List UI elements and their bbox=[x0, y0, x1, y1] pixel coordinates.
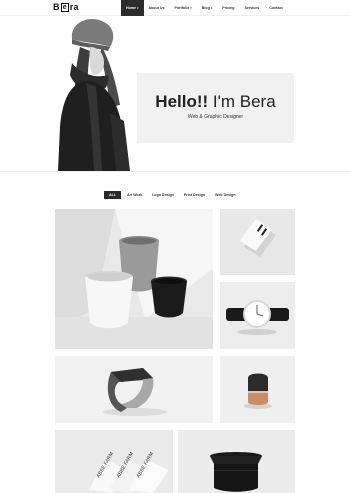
hero-name: I'm Bera bbox=[208, 92, 276, 111]
nav-portfolio-label: Portfolio bbox=[174, 6, 190, 10]
ring-image bbox=[55, 356, 213, 423]
portfolio-item-copper-lamp[interactable] bbox=[220, 356, 295, 423]
logo-text-start: B bbox=[53, 2, 60, 12]
nav-services[interactable]: Services bbox=[239, 0, 264, 16]
hero-title: Hello!! I'm Bera bbox=[137, 92, 294, 112]
nav-blog[interactable]: Blog ▾ bbox=[197, 0, 218, 16]
filter-print-design[interactable]: Print Design bbox=[180, 191, 209, 199]
black-speaker-image bbox=[178, 430, 295, 493]
section-divider bbox=[0, 171, 350, 172]
site-header: Be ra Home ▾ About Us Portfolio ▾ Blog ▾ … bbox=[0, 0, 350, 16]
filter-art-work[interactable]: Art Work bbox=[123, 191, 146, 199]
hero-intro-card: Hello!! I'm Bera Web & Graphic Designer bbox=[137, 73, 294, 143]
nav-services-label: Services bbox=[244, 6, 260, 10]
copper-lamp-image bbox=[220, 356, 295, 423]
nav-contact-label: Contact bbox=[269, 6, 283, 10]
nav-blog-label: Blog bbox=[201, 6, 210, 10]
portfolio-item-ring[interactable] bbox=[55, 356, 213, 423]
business-cards-image: ABBE FARM ABBE FARM ABBE FARM bbox=[55, 430, 173, 493]
hero-subtitle: Web & Graphic Designer bbox=[187, 114, 244, 120]
filter-all[interactable]: ALL bbox=[104, 190, 121, 199]
ceramic-cups-image bbox=[55, 209, 213, 349]
chevron-down-icon: ▾ bbox=[190, 6, 192, 10]
nav-about-us[interactable]: About Us bbox=[144, 0, 170, 16]
filter-logo-design[interactable]: Logo Design bbox=[148, 191, 178, 199]
hero-portrait-image bbox=[50, 17, 135, 171]
filter-web-design[interactable]: Web Design bbox=[211, 191, 240, 199]
site-logo[interactable]: Be ra bbox=[53, 2, 79, 12]
portfolio-item-ceramic-cups[interactable] bbox=[55, 209, 213, 349]
portfolio-item-business-cards-stack[interactable]: ABBE FARM ABBE FARM ABBE FARM bbox=[55, 430, 173, 493]
main-nav: Home ▾ About Us Portfolio ▾ Blog ▾ Prici… bbox=[121, 0, 288, 16]
portfolio-item-business-card[interactable] bbox=[220, 209, 295, 275]
portfolio-item-black-speaker[interactable] bbox=[178, 430, 295, 493]
logo-text-end: ra bbox=[69, 2, 79, 12]
portfolio-filter-bar: ALL Art Work Logo Design Print Design We… bbox=[104, 190, 242, 199]
nav-pricing-label: Pricing bbox=[222, 6, 235, 10]
hero-section: Hello!! I'm Bera Web & Graphic Designer bbox=[0, 17, 350, 171]
nav-pricing[interactable]: Pricing bbox=[217, 0, 239, 16]
nav-home[interactable]: Home ▾ bbox=[121, 0, 144, 16]
chevron-down-icon: ▾ bbox=[137, 6, 139, 10]
logo-mark: e bbox=[60, 3, 69, 12]
chevron-down-icon: ▾ bbox=[210, 6, 213, 10]
portfolio-item-wrist-watch[interactable] bbox=[220, 282, 295, 349]
nav-about-label: About Us bbox=[148, 6, 165, 10]
wrist-watch-image bbox=[220, 282, 295, 349]
business-card-image bbox=[220, 209, 295, 275]
hero-greeting: Hello!! bbox=[155, 92, 209, 111]
nav-contact[interactable]: Contact bbox=[264, 0, 287, 16]
nav-portfolio[interactable]: Portfolio ▾ bbox=[170, 0, 197, 16]
nav-home-label: Home bbox=[126, 6, 136, 10]
